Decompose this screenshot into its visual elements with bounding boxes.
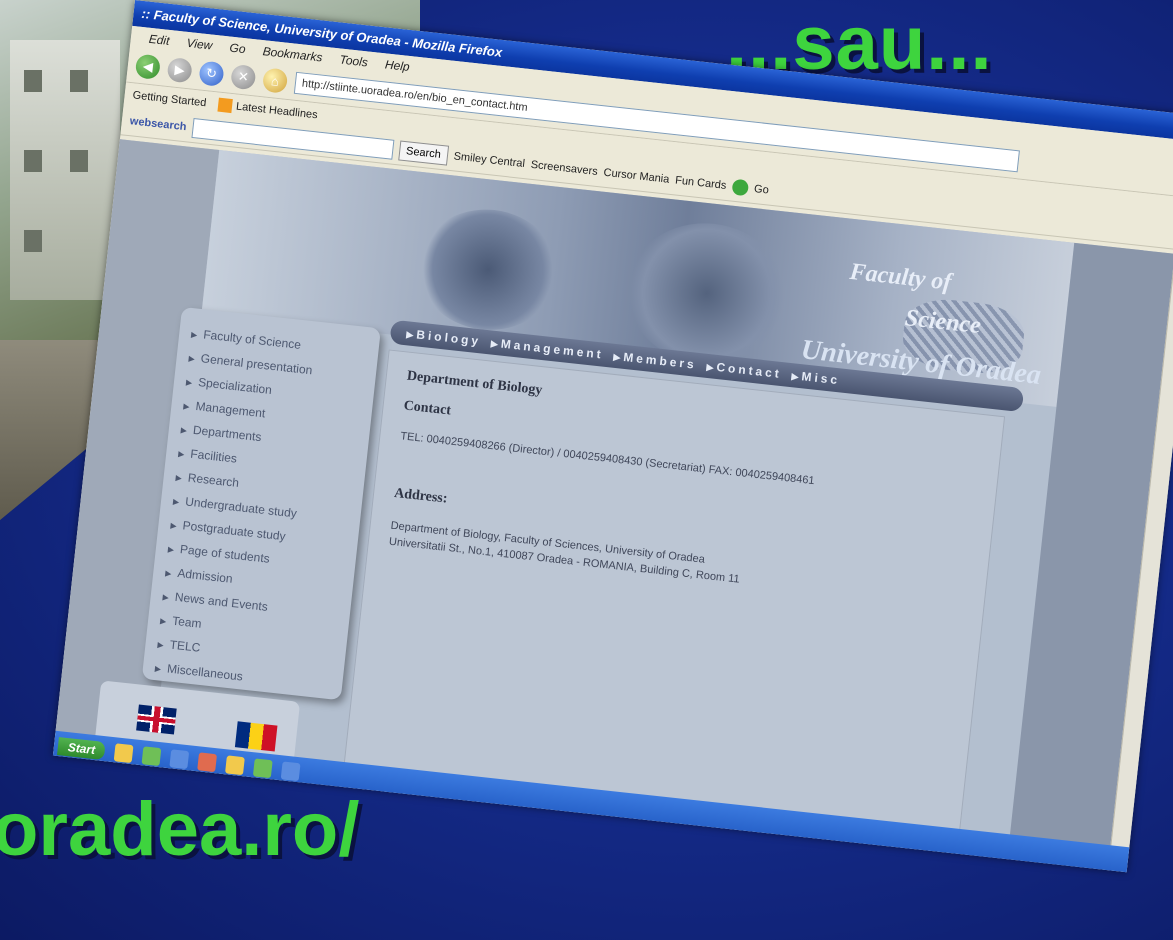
go-button[interactable]: Go — [753, 183, 769, 197]
home-button[interactable]: ⌂ — [261, 67, 289, 94]
window-shape — [70, 150, 88, 172]
slide-url-text: oradea.ro/ — [0, 787, 360, 872]
back-button[interactable]: ◀ — [134, 53, 162, 81]
taskbar-app-icon[interactable] — [141, 746, 162, 767]
forward-button[interactable]: ▶ — [166, 57, 193, 84]
forward-arrow-icon: ▶ — [173, 61, 186, 78]
reload-button[interactable]: ↻ — [198, 60, 225, 87]
menu-view[interactable]: View — [186, 36, 213, 53]
site-sidebar-menu: Faculty of Science General presentation … — [141, 306, 381, 701]
search-button[interactable]: Search — [398, 140, 449, 166]
back-arrow-icon: ◀ — [142, 58, 154, 75]
menu-bookmarks[interactable]: Bookmarks — [262, 44, 323, 64]
stop-icon: ✕ — [237, 68, 250, 85]
bookmark-latest-headlines-label: Latest Headlines — [235, 100, 319, 122]
stop-button[interactable]: ✕ — [230, 63, 257, 91]
romania-flag-icon[interactable] — [234, 721, 278, 752]
taskbar-app-icon[interactable] — [253, 758, 274, 779]
window-shape — [70, 70, 88, 92]
taskbar-app-icon[interactable] — [114, 743, 134, 764]
window-shape — [24, 150, 42, 172]
building-image — [10, 40, 120, 300]
menu-go[interactable]: Go — [229, 41, 246, 57]
menu-edit[interactable]: Edit — [148, 32, 170, 48]
screensavers-button[interactable]: Screensavers — [530, 159, 598, 178]
banner-figure-image — [411, 202, 565, 337]
browser-window: :: Faculty of Science, University of Ora… — [52, 0, 1173, 873]
menu-help[interactable]: Help — [384, 57, 410, 74]
taskbar-app-icon[interactable] — [169, 749, 190, 770]
go-icon[interactable] — [731, 178, 750, 197]
home-icon: ⌂ — [270, 72, 280, 89]
fun-cards-button[interactable]: Fun Cards — [675, 174, 727, 191]
nav-misc[interactable]: Misc — [790, 363, 841, 392]
menu-tools[interactable]: Tools — [339, 52, 369, 69]
taskbar-app-icon[interactable] — [197, 752, 218, 773]
taskbar-app-icon[interactable] — [225, 755, 246, 776]
banner-faculty-of: Faculty of — [848, 258, 953, 296]
window-shape — [24, 230, 42, 252]
uk-flag-icon[interactable] — [136, 704, 177, 735]
window-shape — [24, 70, 42, 92]
websearch-brand: websearch — [129, 115, 188, 134]
cursor-mania-button[interactable]: Cursor Mania — [603, 167, 670, 186]
start-button[interactable]: Start — [57, 737, 107, 761]
reload-icon: ↻ — [205, 65, 218, 82]
rss-icon — [217, 97, 233, 114]
taskbar-app-icon[interactable] — [281, 761, 301, 782]
smiley-central-button[interactable]: Smiley Central — [453, 150, 525, 170]
